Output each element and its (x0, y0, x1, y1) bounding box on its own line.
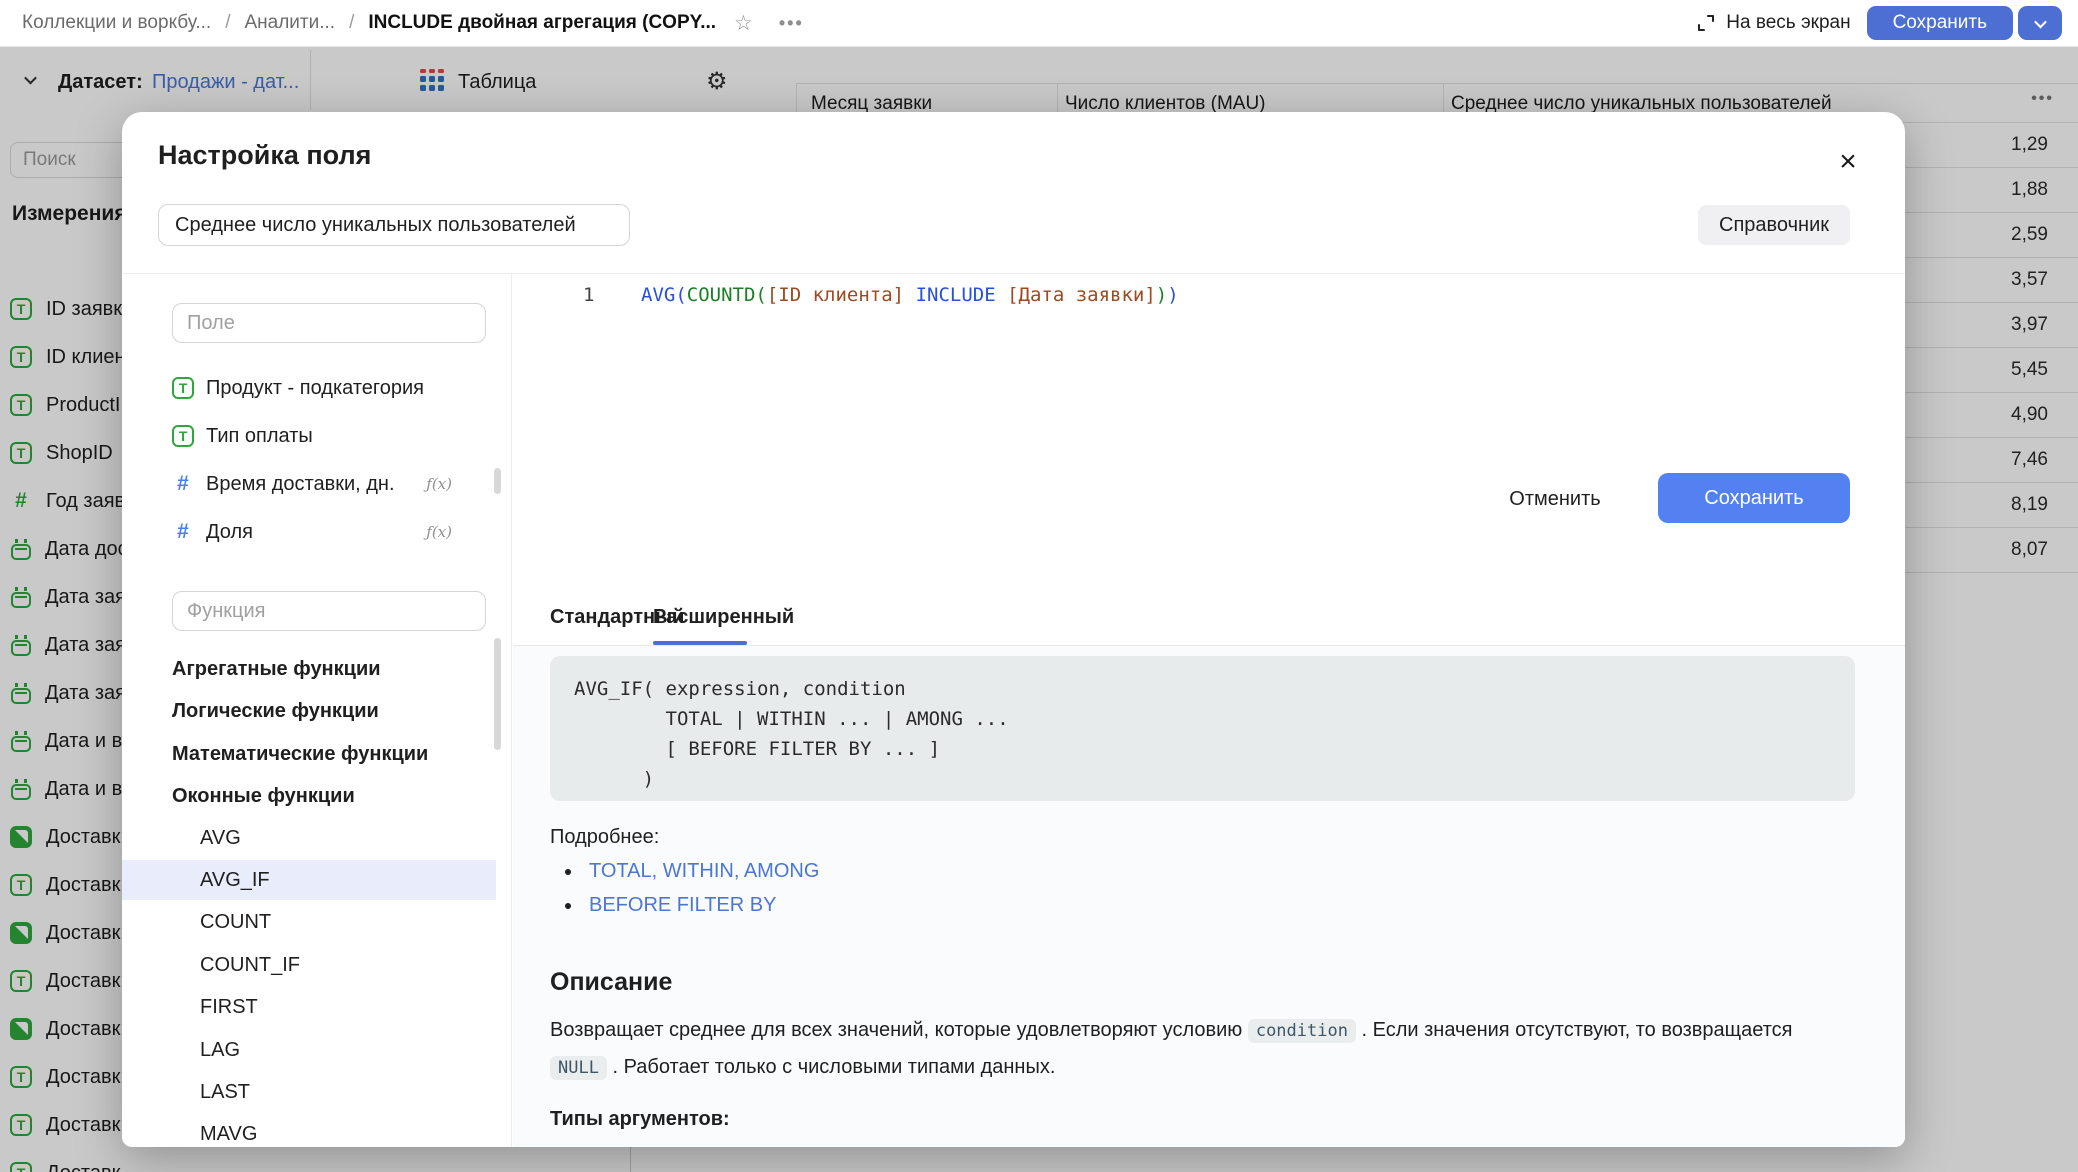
function-group[interactable]: Агрегатные функции (122, 649, 496, 689)
line-number: 1 (583, 284, 594, 306)
bullet-icon (565, 903, 571, 909)
description-text: Возвращает среднее для всех значений, ко… (550, 1019, 1248, 1041)
app-window: Коллекции и воркбу... / Аналити... / INC… (0, 0, 2078, 1172)
text-type-icon (172, 425, 194, 447)
code-token: [ID клиента] (767, 284, 904, 306)
code-token: INCLUDE (904, 284, 1007, 306)
function-item[interactable]: AVG (122, 818, 496, 858)
favorite-star-icon[interactable]: ☆ (734, 11, 753, 36)
description-text: . Работает только с числовыми типами дан… (607, 1056, 1055, 1078)
breadcrumb-current-dataset[interactable]: INCLUDE двойная агрегация (COPY... (368, 12, 716, 34)
expand-icon (1696, 13, 1716, 33)
function-item[interactable]: FIRST (122, 987, 496, 1027)
more-menu-icon[interactable]: ••• (779, 13, 804, 34)
topbar-save-button[interactable]: Сохранить (1867, 6, 2013, 40)
fields-scrollbar[interactable] (494, 468, 501, 494)
field-label: Продукт - подкатегория (206, 377, 424, 400)
code-token: ) (1156, 284, 1167, 306)
bullet-icon (565, 869, 571, 875)
formula-badge: ƒ(x) (426, 523, 452, 541)
doc-link-row: BEFORE FILTER BY (565, 894, 776, 917)
field-name-input[interactable] (158, 204, 630, 246)
function-item[interactable]: COUNT (122, 902, 496, 942)
number-type-icon (172, 472, 194, 496)
fullscreen-label: На весь экран (1726, 12, 1850, 34)
code-token: [Дата заявки] (1007, 284, 1156, 306)
function-item[interactable]: LAST (122, 1072, 496, 1112)
active-tab-underline (653, 641, 747, 645)
chevron-down-icon (2034, 15, 2047, 28)
function-signature: AVG_IF( expression, condition TOTAL | WI… (574, 674, 1009, 794)
top-bar: Коллекции и воркбу... / Аналити... / INC… (0, 0, 2078, 47)
cancel-button[interactable]: Отменить (1500, 477, 1610, 521)
field-option[interactable]: Продукт - подкатегория (122, 368, 496, 408)
modal-save-button[interactable]: Сохранить (1658, 473, 1850, 523)
doc-link-before-filter-by[interactable]: BEFORE FILTER BY (589, 894, 776, 917)
save-split-button: Сохранить (1867, 6, 2062, 40)
description-text: . Если значения отсутствуют, то возвраща… (1356, 1019, 1793, 1041)
function-search-input[interactable] (172, 591, 486, 631)
reference-button[interactable]: Справочник (1698, 205, 1850, 245)
field-label: Доля (206, 521, 253, 544)
formula-badge: ƒ(x) (426, 475, 452, 493)
field-search-input[interactable] (172, 303, 486, 343)
topbar-actions: На весь экран Сохранить (1696, 6, 2078, 40)
breadcrumb-separator: / (225, 12, 230, 34)
functions-scrollbar[interactable] (494, 638, 501, 750)
doc-link-row: TOTAL, WITHIN, AMONG (565, 860, 819, 883)
breadcrumb-collections[interactable]: Коллекции и воркбу... (22, 12, 211, 34)
close-icon[interactable]: × (1830, 144, 1866, 180)
save-options-button[interactable] (2018, 6, 2062, 40)
fullscreen-button[interactable]: На весь экран (1696, 12, 1850, 34)
formula-editor[interactable]: 1 AVG(COUNTD([ID клиента] INCLUDE [Дата … (513, 274, 1905, 646)
field-option[interactable]: Тип оплаты (122, 416, 496, 456)
modal-left-panel: Продукт - подкатегория Тип оплаты Время … (122, 274, 512, 1147)
code-token: AVG( (641, 284, 687, 306)
text-type-icon (172, 377, 194, 399)
field-option[interactable]: Доля ƒ(x) (122, 512, 496, 552)
tab-advanced[interactable]: Расширенный (653, 606, 794, 629)
number-type-icon (172, 520, 194, 544)
inline-code: NULL (550, 1056, 607, 1080)
description-title: Описание (550, 968, 672, 997)
field-settings-modal: × Настройка поля Справочник Продукт - по… (122, 112, 1905, 1147)
function-item[interactable]: MAVG (122, 1114, 496, 1147)
inline-code: condition (1248, 1019, 1356, 1043)
function-group[interactable]: Оконные функции (122, 776, 496, 816)
function-group[interactable]: Математические функции (122, 734, 496, 774)
function-item[interactable]: COUNT_IF (122, 945, 496, 985)
argument-types-label: Типы аргументов: (550, 1108, 730, 1131)
modal-title: Настройка поля (158, 140, 371, 171)
field-option[interactable]: Время доставки, дн. ƒ(x) (122, 464, 496, 504)
description-paragraph: Возвращает среднее для всех значений, ко… (550, 1012, 1800, 1086)
field-label: Тип оплаты (206, 425, 313, 448)
doc-link-total-within-among[interactable]: TOTAL, WITHIN, AMONG (589, 860, 819, 883)
more-label: Подробнее: (550, 826, 659, 849)
field-label: Время доставки, дн. (206, 473, 395, 496)
doc-tabs: Стандартный Расширенный (513, 592, 1905, 646)
function-item-selected[interactable]: AVG_IF (122, 860, 496, 900)
function-group[interactable]: Логические функции (122, 691, 496, 731)
formula-code-line: AVG(COUNTD([ID клиента] INCLUDE [Дата за… (641, 284, 1179, 306)
code-token: ) (1167, 284, 1178, 306)
code-token: COUNTD( (687, 284, 767, 306)
breadcrumb-separator: / (349, 12, 354, 34)
breadcrumb-analytics[interactable]: Аналити... (244, 12, 335, 34)
documentation-panel: AVG_IF( expression, condition TOTAL | WI… (513, 646, 1905, 1147)
function-item[interactable]: LAG (122, 1030, 496, 1070)
function-signature-block: AVG_IF( expression, condition TOTAL | WI… (550, 656, 1855, 801)
breadcrumb: Коллекции и воркбу... / Аналити... / INC… (0, 11, 804, 36)
